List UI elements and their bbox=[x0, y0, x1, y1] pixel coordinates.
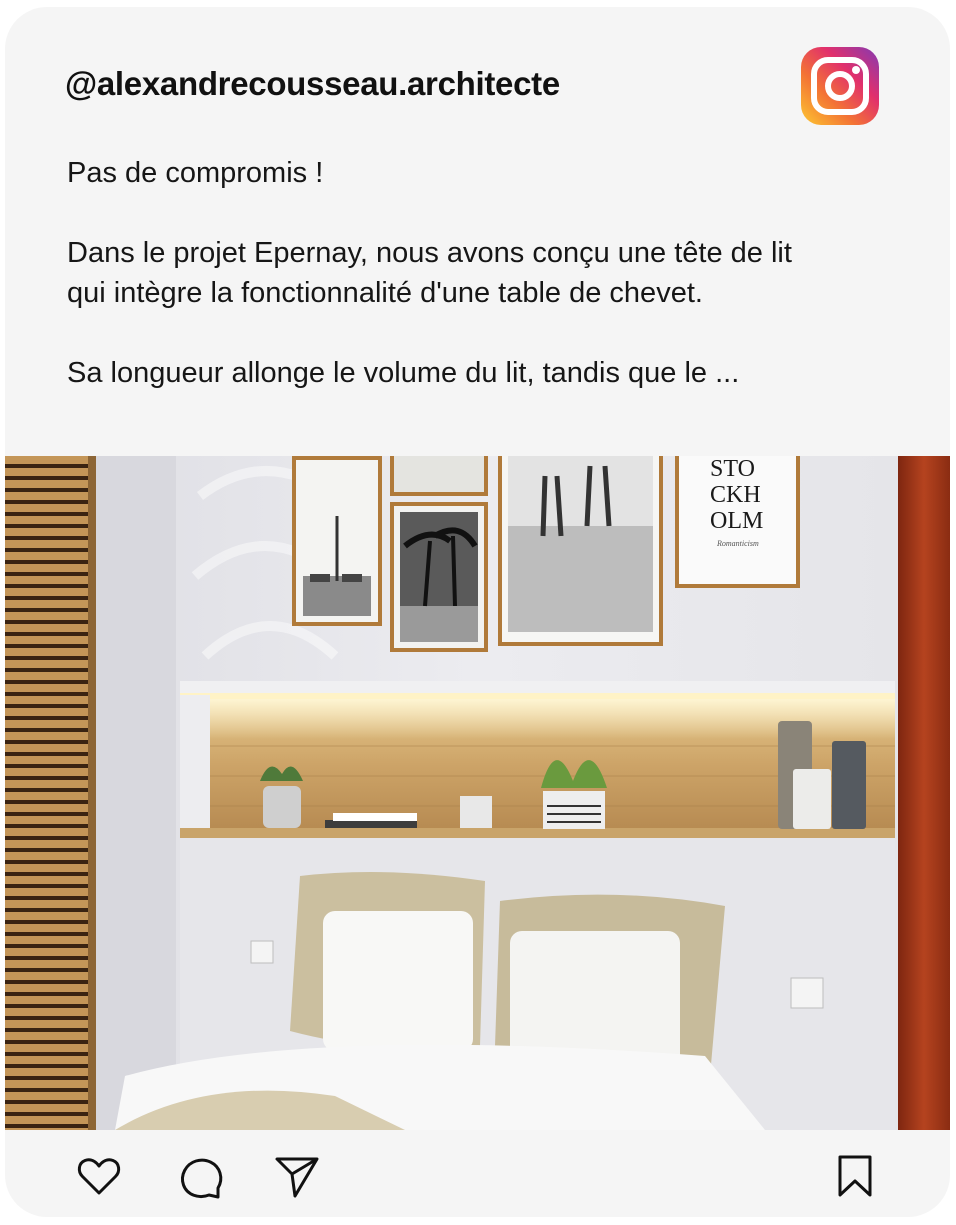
bookmark-icon[interactable] bbox=[831, 1152, 879, 1200]
caption-line: Dans le projet Epernay, nous avons conçu… bbox=[67, 237, 792, 269]
instagram-post-card: @alexandrecousseau.architecte Pas de com… bbox=[5, 7, 950, 1217]
poster-text: OLM bbox=[710, 508, 763, 534]
post-photo[interactable]: STO CKH OLM Romanticism bbox=[5, 456, 950, 1130]
post-caption: Pas de compromis ! Dans le projet Eperna… bbox=[67, 153, 927, 393]
caption-line: Pas de compromis ! bbox=[67, 157, 324, 189]
instagram-icon[interactable] bbox=[801, 47, 879, 125]
caption-line[interactable]: Sa longueur allonge le volume du lit, ta… bbox=[67, 353, 927, 393]
post-actions-bar bbox=[5, 1130, 950, 1217]
poster-text: Romanticism bbox=[716, 539, 759, 548]
comment-icon[interactable] bbox=[177, 1152, 225, 1200]
send-icon[interactable] bbox=[273, 1152, 321, 1200]
post-username[interactable]: @alexandrecousseau.architecte bbox=[65, 65, 560, 103]
heart-icon[interactable] bbox=[75, 1152, 123, 1200]
poster-text: STO bbox=[710, 456, 755, 482]
caption-line: qui intègre la fonctionnalité d'une tabl… bbox=[67, 277, 703, 309]
poster-text: CKH bbox=[710, 482, 761, 508]
